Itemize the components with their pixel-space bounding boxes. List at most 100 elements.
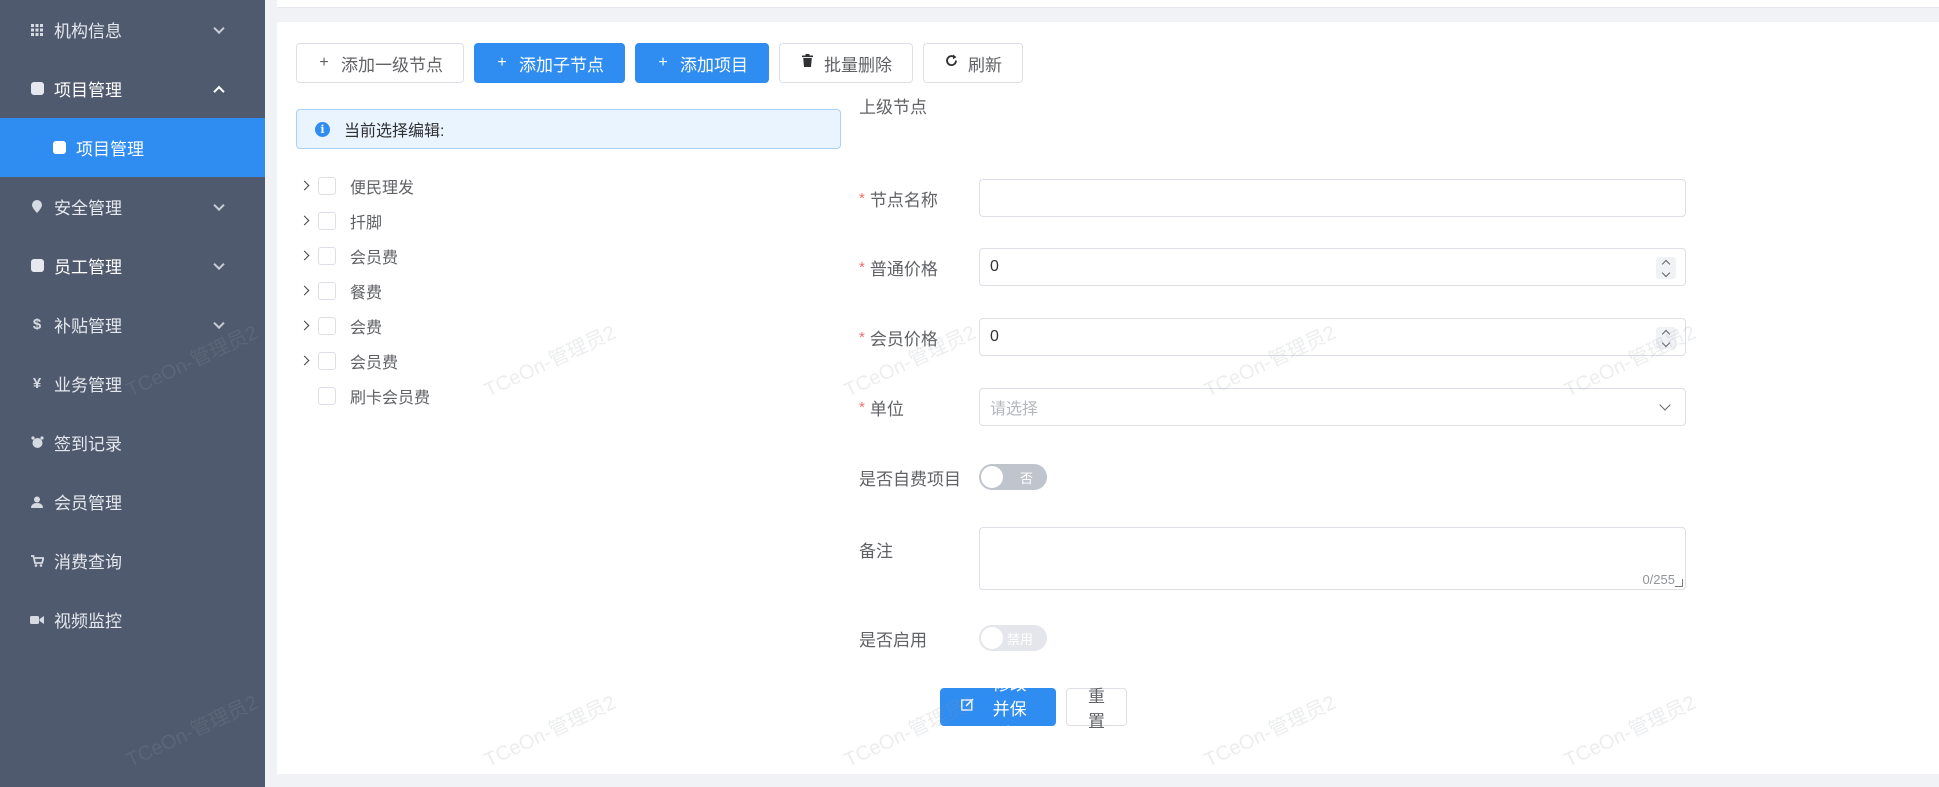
switch-text: 否 (1019, 470, 1033, 486)
menu-item-business-mgmt[interactable]: ¥ 业务管理 (0, 354, 265, 413)
user-icon (30, 495, 44, 509)
number-stepper[interactable] (1656, 257, 1676, 279)
chevron-up-icon (213, 85, 225, 97)
remark-textarea[interactable]: 0/255 (979, 527, 1686, 590)
menu-item-subsidy-mgmt[interactable]: $ 补贴管理 (0, 295, 265, 354)
label-text: 普通价格 (869, 259, 938, 279)
expand-arrow-icon[interactable] (296, 355, 312, 366)
menu-label: 项目管理 (76, 140, 144, 159)
resize-grip-icon[interactable] (1674, 579, 1684, 587)
save-button[interactable]: 修改并保存 (940, 675, 1056, 744)
member-price-label: * 会员价格 (859, 325, 979, 350)
label-text: 单位 (869, 399, 904, 419)
chevron-down-icon[interactable] (1661, 268, 1671, 277)
normal-price-row: * 普通价格 0 (859, 248, 1686, 286)
menu-item-security-mgmt[interactable]: 安全管理 (0, 177, 265, 236)
parent-node-label: 上级节点 (859, 98, 927, 117)
doc-icon (30, 82, 44, 96)
required-mark: * (859, 258, 865, 276)
expand-arrow-icon[interactable] (296, 180, 312, 191)
submenu-item-project-mgmt[interactable]: 项目管理 (0, 118, 265, 177)
tree-checkbox[interactable] (318, 351, 336, 370)
expand-arrow-icon[interactable] (296, 250, 312, 261)
expand-arrow-icon[interactable] (296, 215, 312, 226)
menu-item-org-info[interactable]: 机构信息 (0, 0, 265, 59)
self-pay-switch[interactable]: 否 (979, 464, 1047, 490)
menu-label: 消费查询 (54, 553, 122, 572)
self-pay-row: 是否自费项目 否 (859, 464, 1047, 490)
menu-label: 员工管理 (54, 258, 122, 277)
info-icon: i (315, 121, 330, 137)
tree-node[interactable]: 刷卡会员费 (296, 378, 430, 413)
member-price-row: * 会员价格 0 (859, 318, 1686, 356)
menu-item-video-monitor[interactable]: 视频监控 (0, 590, 265, 649)
button-label: 批量删除 (824, 55, 892, 75)
label-text: 会员价格 (869, 329, 938, 349)
menu-label: 补贴管理 (54, 317, 122, 336)
trash-icon (800, 54, 814, 72)
tree-node[interactable]: 便民理发 (296, 168, 430, 203)
menu-item-project-mgmt[interactable]: 项目管理 (0, 59, 265, 118)
tree-checkbox[interactable] (318, 211, 336, 230)
add-child-node-button[interactable]: + 添加子节点 (474, 43, 625, 83)
chevron-down-icon (213, 199, 225, 211)
menu-label: 项目管理 (54, 81, 122, 100)
project-tree: 便民理发 扦脚 会员费 餐费 会费 会员费 刷卡会员费 (296, 168, 430, 413)
tree-node-label: 会员费 (350, 249, 399, 267)
button-label: 添加一级节点 (341, 55, 443, 75)
chevron-up-icon[interactable] (1661, 259, 1671, 268)
unit-label: * 单位 (859, 395, 979, 420)
chevron-down-icon (213, 22, 225, 34)
tree-node[interactable]: 会费 (296, 308, 430, 343)
select-placeholder: 请选择 (990, 401, 1039, 418)
remark-row: 备注 0/255 (859, 527, 1686, 590)
menu-item-consumption-query[interactable]: 消费查询 (0, 531, 265, 590)
yen-icon: ¥ (32, 375, 42, 392)
tags-strip (277, 0, 1939, 8)
add-item-button[interactable]: + 添加项目 (635, 43, 769, 83)
menu-item-checkin-records[interactable]: 签到记录 (0, 413, 265, 472)
menu-item-member-mgmt[interactable]: 会员管理 (0, 472, 265, 531)
menu-item-staff-mgmt[interactable]: 员工管理 (0, 236, 265, 295)
expand-arrow-icon[interactable] (296, 285, 312, 296)
form-actions: 修改并保存 重置 (859, 675, 1127, 744)
tree-checkbox[interactable] (318, 176, 336, 195)
normal-price-input[interactable]: 0 (979, 248, 1686, 286)
tree-node-label: 便民理发 (350, 179, 415, 197)
tree-node[interactable]: 会员费 (296, 238, 430, 273)
tree-node[interactable]: 餐费 (296, 273, 430, 308)
add-root-node-button[interactable]: + 添加一级节点 (296, 43, 464, 83)
tree-node-label: 刷卡会员费 (350, 389, 431, 407)
refresh-button[interactable]: 刷新 (923, 43, 1023, 83)
parent-node-row: 上级节点 (859, 93, 979, 118)
enabled-switch[interactable]: 禁用 (979, 625, 1047, 651)
self-pay-label: 是否自费项目 (859, 469, 961, 489)
number-stepper[interactable] (1656, 327, 1676, 349)
expand-arrow-icon[interactable] (296, 320, 312, 331)
required-mark: * (859, 189, 865, 207)
edit-icon (961, 698, 974, 716)
chevron-down-icon (1659, 399, 1671, 411)
tree-checkbox[interactable] (318, 246, 336, 265)
tree-checkbox[interactable] (318, 281, 336, 300)
tree-checkbox[interactable] (318, 386, 336, 405)
plus-icon: + (658, 54, 668, 71)
enabled-row: 是否启用 禁用 (859, 625, 1047, 651)
chevron-down-icon[interactable] (1661, 338, 1671, 347)
member-price-input[interactable]: 0 (979, 318, 1686, 356)
refresh-icon (944, 54, 958, 72)
node-name-row: * 节点名称 (859, 179, 1686, 217)
tree-checkbox[interactable] (318, 316, 336, 335)
alarm-icon (30, 436, 44, 450)
unit-select[interactable]: 请选择 (979, 388, 1686, 426)
tree-node[interactable]: 会员费 (296, 343, 430, 378)
batch-delete-button[interactable]: 批量删除 (779, 43, 913, 83)
chevron-up-icon[interactable] (1661, 329, 1671, 338)
reset-button[interactable]: 重置 (1065, 687, 1127, 731)
tree-node[interactable]: 扦脚 (296, 203, 430, 238)
input-value: 0 (990, 328, 999, 345)
node-name-label: * 节点名称 (859, 186, 979, 211)
tree-node-label: 会费 (350, 319, 383, 337)
node-name-input[interactable] (979, 179, 1686, 217)
menu-label: 业务管理 (54, 376, 122, 395)
